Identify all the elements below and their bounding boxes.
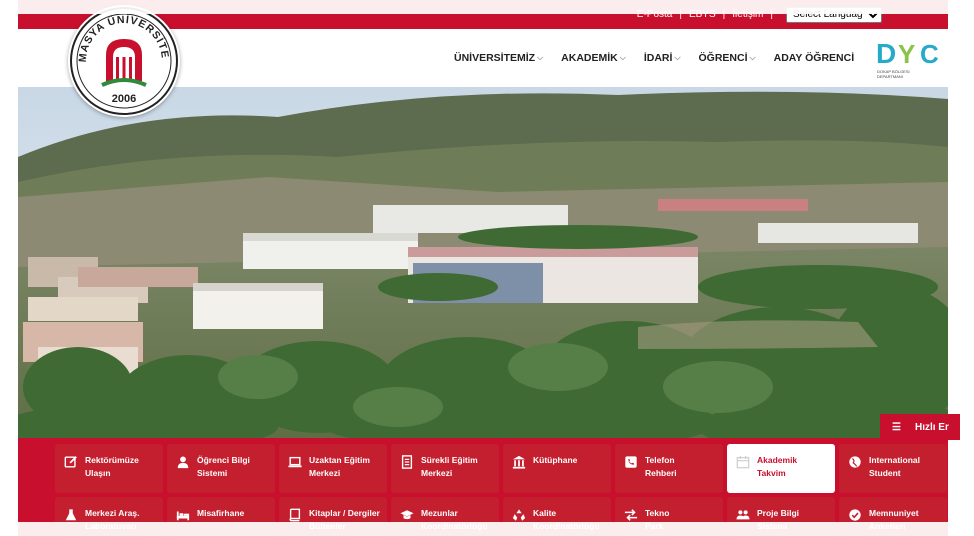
tile-proje-bilgi[interactable]: Proje Bilgi Sistemi (727, 497, 835, 536)
tile-label: Kalite Koordinatörlüğü (533, 508, 600, 531)
flask-icon (63, 507, 79, 523)
tile-label: Tekno Park (645, 508, 670, 531)
language-select[interactable]: Select Language (786, 6, 882, 23)
nav-label: İDARİ (643, 52, 673, 64)
calendar-icon (735, 454, 751, 470)
tile-tekno-park[interactable]: Tekno Park (615, 497, 723, 536)
users-icon (735, 507, 751, 523)
tile-label: Mezunlar Koordinatörlüğü (421, 508, 488, 531)
nav-label: ADAY ÖĞRENCİ (773, 52, 855, 64)
tile-merkezi-arastirma[interactable]: Merkezi Araş. Laboratuvarı (55, 497, 163, 536)
nav-item-idari[interactable]: İDARİ ⌵ (644, 52, 681, 64)
nav-item-ogrenci[interactable]: ÖĞRENCİ ⌵ (699, 52, 756, 64)
top-link-eposta[interactable]: E-Posta (637, 9, 673, 20)
globe-icon (847, 454, 863, 470)
tile-label: Kitaplar / Dergiler Bültenler (309, 508, 380, 531)
library-icon (511, 454, 527, 470)
tile-kutuphane[interactable]: Kütüphane (503, 444, 611, 493)
tile-label: Misafirhane (197, 508, 245, 518)
top-separator: | (679, 9, 682, 20)
nav-item-akademik[interactable]: AKADEMİK ⌵ (561, 52, 626, 64)
logo-year: 2006 (112, 93, 136, 105)
tile-label: Öğrenci Bilgi Sistemi (197, 455, 250, 478)
graduation-cap-icon (399, 507, 415, 523)
svg-text:Y: Y (898, 39, 915, 69)
tile-label: Merkezi Araş. Laboratuvarı (85, 508, 140, 531)
check-circle-icon (847, 507, 863, 523)
tile-label: Kütüphane (533, 455, 578, 465)
tile-telefon-rehberi[interactable]: Telefon Rehberi (615, 444, 723, 493)
quick-access-label: Hızlı Er (914, 421, 949, 433)
tile-kitaplar-dergiler[interactable]: Kitaplar / Dergiler Bültenler (279, 497, 387, 536)
tile-misafirhane[interactable]: Misafirhane (167, 497, 275, 536)
top-link-iletisim[interactable]: İletişim (732, 9, 763, 20)
user-icon (175, 454, 191, 470)
exchange-icon (623, 507, 639, 523)
nav-label: ÜNİVERSİTEMİZ (454, 52, 536, 64)
chevron-down-icon: ⌵ (674, 53, 681, 62)
chevron-down-icon: ⌵ (537, 53, 544, 62)
nav-label: AKADEMİK (561, 52, 618, 64)
chevron-down-icon: ⌵ (619, 53, 626, 62)
tile-international-student[interactable]: International Student (839, 444, 947, 493)
quick-links-grid: Rektörümüze Ulaşın Öğrenci Bilgi Sistemi… (18, 438, 948, 536)
top-separator: | (770, 9, 773, 20)
tile-uzaktan-egitim[interactable]: Uzaktan Eğitim Merkezi (279, 444, 387, 493)
menu-icon: ☰ (892, 421, 901, 433)
top-separator: | (722, 9, 726, 20)
svg-text:DEPARTMANI: DEPARTMANI (877, 74, 903, 79)
quick-access-button[interactable]: ☰ Hızlı Er (880, 414, 960, 440)
tile-label: Memnuniyet Anketleri (869, 508, 919, 531)
nav-item-universitemiz[interactable]: ÜNİVERSİTEMİZ ⌵ (454, 52, 543, 64)
university-logo[interactable]: AMASYA ÜNİVERSİTESİ 2006 (68, 5, 180, 117)
document-icon (399, 454, 415, 470)
nav-item-aday-ogrenci[interactable]: ADAY ÖĞRENCİ (774, 52, 855, 64)
tile-surekli-egitim[interactable]: Sürekli Eğitim Merkezi (391, 444, 499, 493)
tile-label: Sürekli Eğitim Merkezi (421, 455, 478, 478)
dyc-logo[interactable]: D Y C DOKAP BÖLGESİ DEPARTMANI (874, 33, 954, 83)
edit-icon (63, 454, 79, 470)
tile-kalite[interactable]: Kalite Koordinatörlüğü (503, 497, 611, 536)
tile-mezunlar[interactable]: Mezunlar Koordinatörlüğü (391, 497, 499, 536)
tile-label: Uzaktan Eğitim Merkezi (309, 455, 370, 478)
tile-memnuniyet[interactable]: Memnuniyet Anketleri (839, 497, 947, 536)
recycle-icon (511, 507, 527, 523)
svg-text:C: C (920, 39, 939, 69)
phone-icon (623, 454, 639, 470)
tile-label: Akademik Takvim (757, 455, 798, 478)
tile-label: Proje Bilgi Sistemi (757, 508, 800, 531)
bed-icon (175, 507, 191, 523)
tile-ogrenci-bilgi-sistemi[interactable]: Öğrenci Bilgi Sistemi (167, 444, 275, 493)
chevron-down-icon: ⌵ (749, 53, 756, 62)
tile-label: Telefon Rehberi (645, 455, 677, 478)
top-link-ebys[interactable]: EBYS (689, 9, 716, 20)
laptop-icon (287, 454, 303, 470)
tile-rektorumuze-ulasin[interactable]: Rektörümüze Ulaşın (55, 444, 163, 493)
book-icon (287, 507, 303, 523)
svg-text:D: D (876, 38, 896, 69)
nav-label: ÖĞRENCİ (698, 52, 748, 64)
main-nav: ÜNİVERSİTEMİZ ⌵ AKADEMİK ⌵ İDARİ ⌵ ÖĞRENCİ ⌵… (454, 29, 854, 87)
tile-akademik-takvim[interactable]: Akademik Takvim (727, 444, 835, 493)
tile-label: International Student (869, 455, 921, 478)
campus-hero-image (18, 87, 948, 439)
tile-label: Rektörümüze Ulaşın (85, 455, 139, 478)
